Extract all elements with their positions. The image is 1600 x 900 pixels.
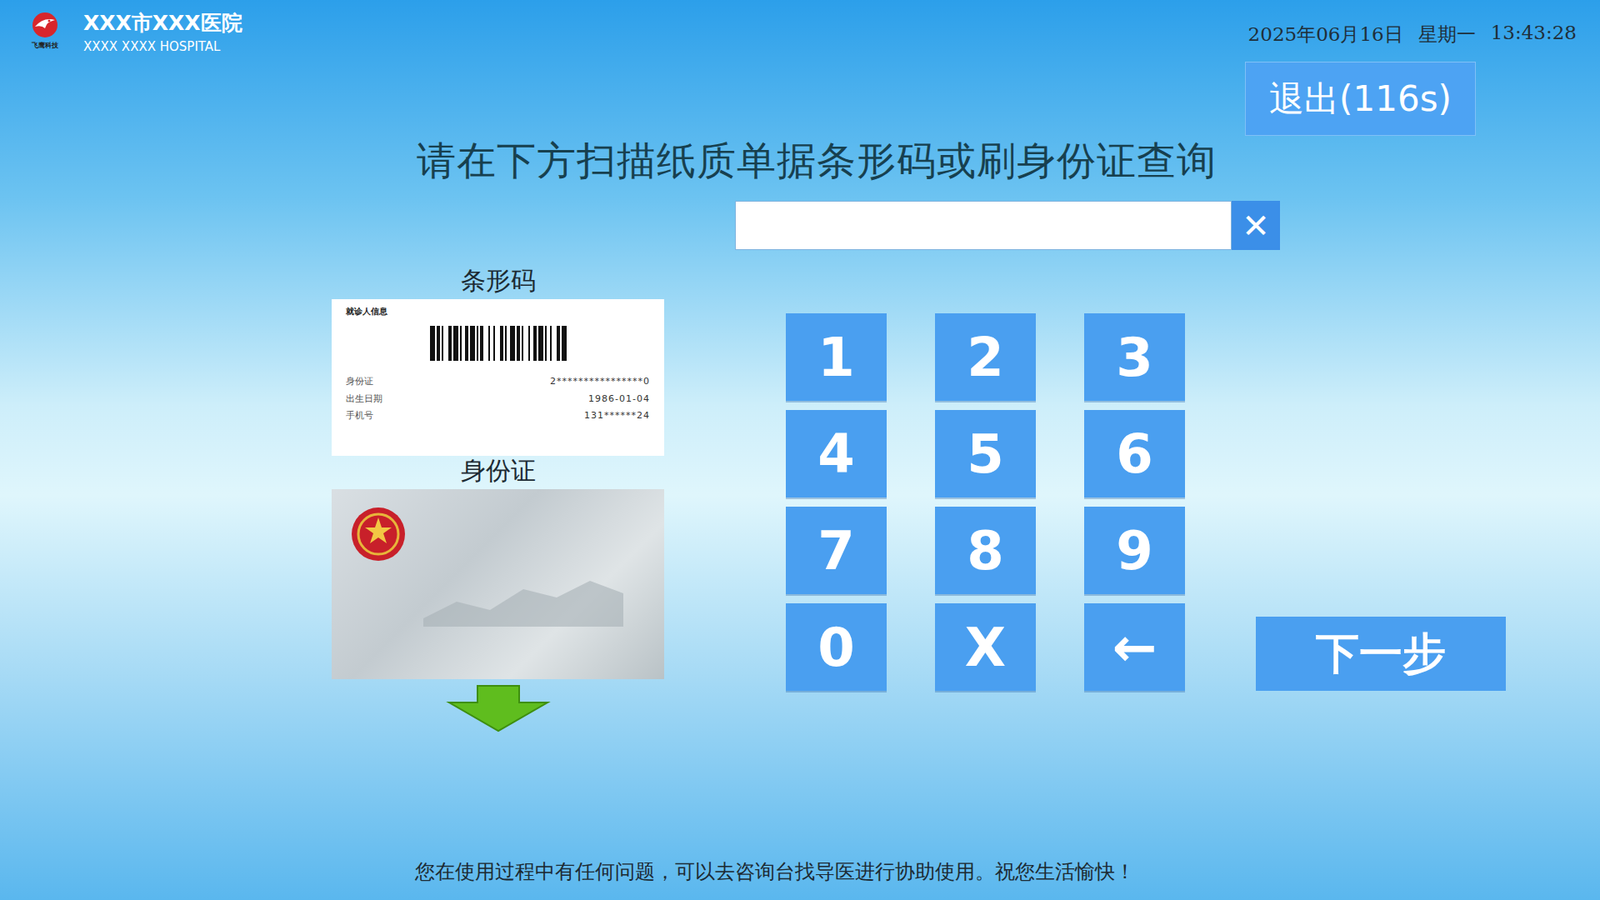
- national-emblem-icon: [348, 504, 409, 565]
- keypad-key[interactable]: 0: [785, 603, 887, 691]
- examples: 条形码就诊人信息身份证 2****************0 出生日期 1986-01…: [331, 200, 665, 733]
- down-arrow-icon: [445, 684, 551, 733]
- exit-button[interactable]: 退出(116s): [1245, 61, 1476, 136]
- header: 飞鹰科技 XXX市XXX医院 XXXX XXXX HOSPITAL 2025年06月1…: [0, 0, 1600, 62]
- row-label: 手机号: [345, 410, 374, 422]
- clear-button[interactable]: ✕: [1231, 200, 1280, 250]
- great-wall-icon: [423, 568, 624, 627]
- next-button[interactable]: 下一步: [1255, 616, 1506, 691]
- hospital-name: XXX市XXX医院: [83, 10, 243, 36]
- date: 2025年06月16日: [1248, 21, 1404, 48]
- keypad-key[interactable]: 1: [785, 313, 887, 401]
- barcode-card-row: 手机号 131******24: [345, 410, 650, 422]
- keypad-key[interactable]: 8: [935, 506, 1036, 595]
- bird-logo-icon: [28, 10, 62, 40]
- barcode-card-row: 出生日期 1986-01-04: [345, 393, 650, 405]
- footer-note: 您在使用过程中有任何问题，可以去咨询台找导医进行协助使用。祝您生活愉快！: [0, 858, 1600, 900]
- input-row: ✕: [735, 200, 1280, 250]
- keypad: 123 456 789 0X ←: [785, 313, 1185, 691]
- logo-text: 飞鹰科技: [31, 40, 59, 50]
- keypad-key[interactable]: 9: [1084, 506, 1185, 595]
- datetime: 2025年06月16日星期一 13:43:28: [1248, 10, 1577, 48]
- logo: 飞鹰科技: [23, 10, 67, 50]
- keypad-key[interactable]: 6: [1084, 410, 1185, 498]
- id-card-label: 身份证: [460, 455, 536, 486]
- time: 13:43:28: [1490, 21, 1577, 48]
- exit-row: 退出(116s): [0, 61, 1600, 136]
- barcode-card-title: 就诊人信息: [345, 305, 650, 318]
- barcode-wrap: [345, 325, 650, 361]
- row-value: 131******24: [584, 410, 650, 422]
- instruction: 请在下方扫描纸质单据条形码或刷身份证查询: [0, 137, 1600, 185]
- query-input[interactable]: [735, 200, 1232, 250]
- keypad-row: 1234567890X←下一步: [785, 313, 1280, 691]
- weekday: 星期一: [1418, 21, 1476, 48]
- spacer: [0, 732, 1600, 859]
- barcode-card: 就诊人信息身份证 2****************0 出生日期 1986-01-04…: [331, 299, 665, 456]
- keypad-key[interactable]: 4: [785, 410, 887, 498]
- hospital-titles: XXX市XXX医院 XXXX XXXX HOSPITAL: [83, 10, 243, 56]
- id-card-image: [331, 489, 665, 680]
- row-label: 身份证: [345, 375, 374, 388]
- keypad-key[interactable]: 3: [1084, 313, 1185, 401]
- keypad-key[interactable]: ←: [1084, 603, 1185, 691]
- barcode-label: 条形码: [460, 265, 536, 296]
- main: 条形码就诊人信息身份证 2****************0 出生日期 1986-01…: [0, 200, 1600, 733]
- keypad-key[interactable]: X: [935, 603, 1036, 691]
- barcode-card-row: 身份证 2****************0: [345, 375, 650, 388]
- barcode-icon: [430, 325, 567, 361]
- keypad-key[interactable]: 7: [785, 506, 887, 595]
- keypad-key[interactable]: 5: [935, 410, 1036, 498]
- row-label: 出生日期: [345, 393, 383, 405]
- input-panel: ✕1234567890X←下一步: [735, 200, 1280, 733]
- keypad-key[interactable]: 2: [935, 313, 1036, 401]
- hospital-name-en: XXXX XXXX HOSPITAL: [83, 39, 243, 56]
- row-value: 1986-01-04: [588, 393, 650, 405]
- brand: 飞鹰科技 XXX市XXX医院 XXXX XXXX HOSPITAL: [23, 10, 243, 56]
- row-value: 2****************0: [550, 375, 650, 388]
